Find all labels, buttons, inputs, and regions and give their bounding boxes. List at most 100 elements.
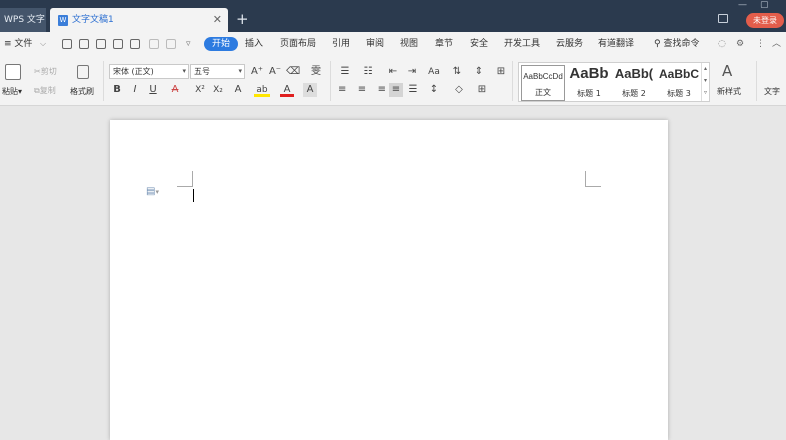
close-tab-icon[interactable]: ✕	[213, 8, 222, 32]
underline-icon[interactable]: U	[146, 83, 160, 97]
style-name: 标题 1	[577, 89, 601, 98]
separator	[103, 61, 104, 101]
table-tool-icon[interactable]: ⊞	[494, 65, 508, 79]
save-icon[interactable]	[79, 39, 89, 49]
decrease-indent-icon[interactable]: ⇤	[386, 65, 400, 79]
superscript-icon[interactable]: X²	[192, 83, 208, 97]
tab-review[interactable]: 审阅	[366, 32, 384, 56]
change-case-icon[interactable]: Aa	[425, 65, 443, 79]
style-heading-1[interactable]: AaBb 标题 1	[567, 65, 611, 101]
format-painter-icon[interactable]	[77, 65, 89, 79]
style-heading-2[interactable]: AaBb( 标题 2	[612, 65, 656, 101]
copy-label: 复制	[39, 86, 56, 95]
increase-indent-icon[interactable]: ⇥	[405, 65, 419, 79]
tab-youdao-translate[interactable]: 有道翻译	[598, 32, 634, 56]
login-button[interactable]: 未登录	[746, 13, 784, 28]
quick-access-more-icon[interactable]: ▿	[186, 32, 191, 56]
collapse-ribbon-icon[interactable]: ︿	[772, 32, 781, 56]
justify-icon[interactable]: ≡	[389, 83, 403, 97]
font-name-select[interactable]: 宋体 (正文)	[109, 64, 189, 79]
align-right-icon[interactable]: ≡	[372, 83, 386, 97]
minimize-icon[interactable]: —	[738, 0, 747, 10]
clear-format-icon[interactable]: ⌫	[286, 65, 300, 79]
maximize-icon[interactable]: ▢	[760, 0, 769, 10]
paragraph-spacing-icon[interactable]: ↕	[427, 83, 441, 97]
style-name: 标题 3	[667, 89, 691, 98]
document-tab[interactable]: W 文字文稿1 ✕	[50, 8, 228, 32]
subscript-icon[interactable]: X₂	[210, 83, 226, 97]
search-icon: ⚲	[654, 39, 661, 49]
settings-icon[interactable]: ⚙	[736, 32, 744, 56]
more-icon[interactable]: ⋮	[756, 32, 765, 56]
grow-font-icon[interactable]: A⁺	[250, 65, 264, 79]
separator	[756, 61, 757, 101]
font-size-select[interactable]: 五号	[190, 64, 245, 79]
document-page[interactable]	[110, 120, 668, 440]
undo-icon[interactable]	[149, 39, 159, 49]
style-gallery-scroll[interactable]: ▴ ▾ ▿	[701, 63, 709, 101]
paste-button[interactable]: 粘贴▾	[2, 86, 22, 97]
text-effect-icon[interactable]: A	[231, 83, 245, 97]
font-color-icon[interactable]: A	[280, 83, 294, 97]
character-shading-icon[interactable]: A	[303, 83, 317, 97]
print-icon[interactable]	[113, 39, 123, 49]
search-command[interactable]: ⚲ 查找命令	[654, 32, 699, 56]
style-sample: AaBbC	[658, 67, 699, 81]
align-center-icon[interactable]: ≡	[355, 83, 369, 97]
cut-button[interactable]: ✂剪切	[34, 66, 57, 77]
text-tools-button[interactable]: 文字	[764, 86, 780, 97]
style-normal[interactable]: AaBbCcDd 正文	[521, 65, 565, 101]
redo-icon[interactable]	[166, 39, 176, 49]
file-menu[interactable]: ≡ 文件	[4, 32, 32, 56]
sort-icon[interactable]: ⇅	[450, 65, 464, 79]
new-style-icon[interactable]: A	[722, 62, 732, 80]
bullets-icon[interactable]: ☰	[338, 65, 352, 79]
shrink-font-icon[interactable]: A⁻	[268, 65, 282, 79]
highlight-icon[interactable]: ab	[254, 83, 270, 97]
margin-mark-top-right	[585, 171, 601, 187]
italic-icon[interactable]: I	[128, 83, 142, 97]
numbering-icon[interactable]: ☷	[361, 65, 375, 79]
distribute-icon[interactable]: ☰	[406, 83, 420, 97]
style-gallery: AaBbCcDd 正文 AaBb 标题 1 AaBb( 标题 2 AaBbC 标…	[518, 62, 710, 102]
style-sample: AaBbCcDd	[523, 72, 563, 81]
print-preview-icon[interactable]	[130, 39, 140, 49]
tab-view[interactable]: 视图	[400, 32, 418, 56]
borders-icon[interactable]: ⊞	[475, 83, 489, 97]
title-bar: WPS 文字 W 文字文稿1 ✕ + — ▢ 未登录	[0, 0, 786, 32]
line-spacing-tool-icon[interactable]: ⇕	[472, 65, 486, 79]
tab-security[interactable]: 安全	[470, 32, 488, 56]
phonetic-guide-icon[interactable]: 雯	[306, 65, 326, 79]
tab-chapter[interactable]: 章节	[435, 32, 453, 56]
paragraph-layout-icon[interactable]: ▤▾	[146, 186, 159, 197]
chat-icon[interactable]: ◌	[718, 32, 726, 56]
style-sample: AaBb(	[614, 66, 654, 81]
tab-references[interactable]: 引用	[332, 32, 350, 56]
paste-icon[interactable]	[5, 64, 21, 80]
export-pdf-icon[interactable]	[96, 39, 106, 49]
copy-button[interactable]: ⧉复制	[34, 85, 56, 96]
strikethrough-icon[interactable]: A	[168, 83, 182, 97]
style-heading-3[interactable]: AaBbC 标题 3	[657, 65, 701, 101]
paste-label: 粘贴	[2, 87, 18, 96]
paste-arrow-icon: ▾	[18, 87, 23, 96]
tab-insert[interactable]: 插入	[245, 32, 263, 56]
tab-cloud-services[interactable]: 云服务	[556, 32, 583, 56]
style-name: 正文	[535, 88, 551, 97]
cut-label: 剪切	[40, 67, 57, 76]
app-tab[interactable]: WPS 文字	[0, 8, 46, 32]
bold-icon[interactable]: B	[110, 83, 124, 97]
window-split-icon[interactable]	[718, 14, 728, 23]
align-left-icon[interactable]: ≡	[338, 83, 352, 97]
tab-developer-tools[interactable]: 开发工具	[504, 32, 540, 56]
search-command-label: 查找命令	[663, 39, 700, 49]
file-menu-arrow-icon[interactable]: ⌵	[40, 32, 46, 56]
tab-home[interactable]: 开始	[204, 37, 239, 51]
open-icon[interactable]	[62, 39, 72, 49]
shading-icon[interactable]: ◇	[452, 83, 466, 97]
format-painter-label[interactable]: 格式刷	[70, 86, 94, 97]
new-tab-button[interactable]: +	[236, 9, 249, 29]
new-style-button[interactable]: 新样式	[717, 86, 741, 97]
tab-page-layout[interactable]: 页面布局	[280, 32, 316, 56]
margin-mark-top-left	[177, 171, 193, 187]
